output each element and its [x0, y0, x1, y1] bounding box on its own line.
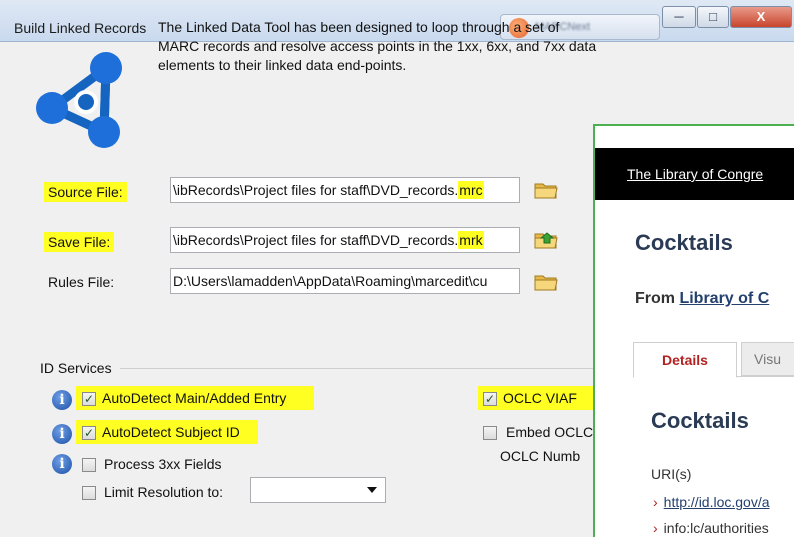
autodetect-main-checkbox[interactable]: ✓ — [82, 392, 96, 406]
limit-resolution-select[interactable] — [250, 477, 386, 503]
autodetect-subject-checkbox[interactable]: ✓ — [82, 426, 96, 440]
window-title: Build Linked Records — [14, 20, 147, 36]
limit-resolution-checkbox[interactable] — [82, 486, 96, 500]
source-file-path: \ibRecords\Project files for staff\DVD_r… — [173, 182, 459, 198]
info-icon[interactable]: i — [52, 390, 72, 410]
info-icon[interactable]: i — [52, 454, 72, 474]
save-file-input[interactable]: \ibRecords\Project files for staff\DVD_r… — [170, 227, 520, 253]
rules-file-label: Rules File: — [48, 274, 115, 290]
uri-label: URI(s) — [651, 466, 692, 482]
oclc-viaf-checkbox[interactable]: ✓ — [483, 392, 497, 406]
loc-banner-link[interactable]: The Library of Congre — [627, 166, 763, 182]
uri-info: › info:lc/authorities — [653, 520, 769, 536]
page-title: Cocktails — [635, 230, 733, 255]
oclc-number-label: OCLC Numb — [500, 448, 581, 464]
save-file-path: \ibRecords\Project files for staff\DVD_r… — [173, 232, 459, 248]
tab-visualization[interactable]: Visu — [741, 342, 794, 376]
chevron-right-icon: › — [653, 494, 658, 510]
uri-link[interactable]: › http://id.loc.gov/a — [653, 494, 770, 510]
process-3xx-label: Process 3xx Fields — [104, 456, 222, 472]
uri-link-text: http://id.loc.gov/a — [663, 494, 770, 510]
from-prefix: From — [635, 290, 680, 307]
from-line: From Library of C — [635, 290, 769, 308]
rules-file-input[interactable]: D:\Users\lamadden\AppData\Roaming\marced… — [170, 268, 520, 294]
browser-panel: The Library of Congre Cocktails From Lib… — [593, 124, 794, 537]
source-file-input[interactable]: \ibRecords\Project files for staff\DVD_r… — [170, 177, 520, 203]
loc-banner: The Library of Congre — [595, 148, 794, 200]
autodetect-subject-label: AutoDetect Subject ID — [102, 424, 240, 440]
uri-info-text: info:lc/authorities — [663, 520, 769, 536]
id-services-group-label: ID Services — [40, 360, 112, 376]
maximize-button[interactable]: □ — [697, 6, 729, 28]
minimize-button[interactable]: ─ — [662, 6, 696, 28]
embed-oclc-label: Embed OCLC — [506, 424, 594, 440]
chevron-down-icon — [367, 487, 377, 493]
folder-open-icon[interactable] — [534, 181, 558, 199]
save-file-label: Save File: — [44, 232, 115, 252]
limit-resolution-label: Limit Resolution to: — [104, 484, 224, 500]
process-3xx-checkbox[interactable] — [82, 458, 96, 472]
autodetect-main-label: AutoDetect Main/Added Entry — [102, 390, 287, 406]
linked-data-logo — [36, 52, 122, 148]
rules-folder-icon[interactable] — [534, 273, 558, 291]
embed-oclc-checkbox[interactable] — [483, 426, 497, 440]
save-file-extension: mrk — [458, 231, 484, 249]
source-file-extension: mrc — [458, 181, 484, 199]
chevron-right-icon: › — [653, 520, 658, 536]
tool-description: The Linked Data Tool has been designed t… — [158, 19, 597, 73]
library-link[interactable]: Library of C — [679, 290, 769, 307]
tab-details[interactable]: Details — [633, 342, 737, 378]
group-divider — [120, 368, 594, 369]
save-folder-icon[interactable] — [534, 231, 558, 249]
info-icon[interactable]: i — [52, 424, 72, 444]
record-heading: Cocktails — [651, 408, 749, 433]
oclc-viaf-label: OCLC VIAF — [503, 390, 577, 406]
source-file-label: Source File: — [44, 182, 127, 202]
close-button[interactable]: X — [730, 6, 792, 28]
